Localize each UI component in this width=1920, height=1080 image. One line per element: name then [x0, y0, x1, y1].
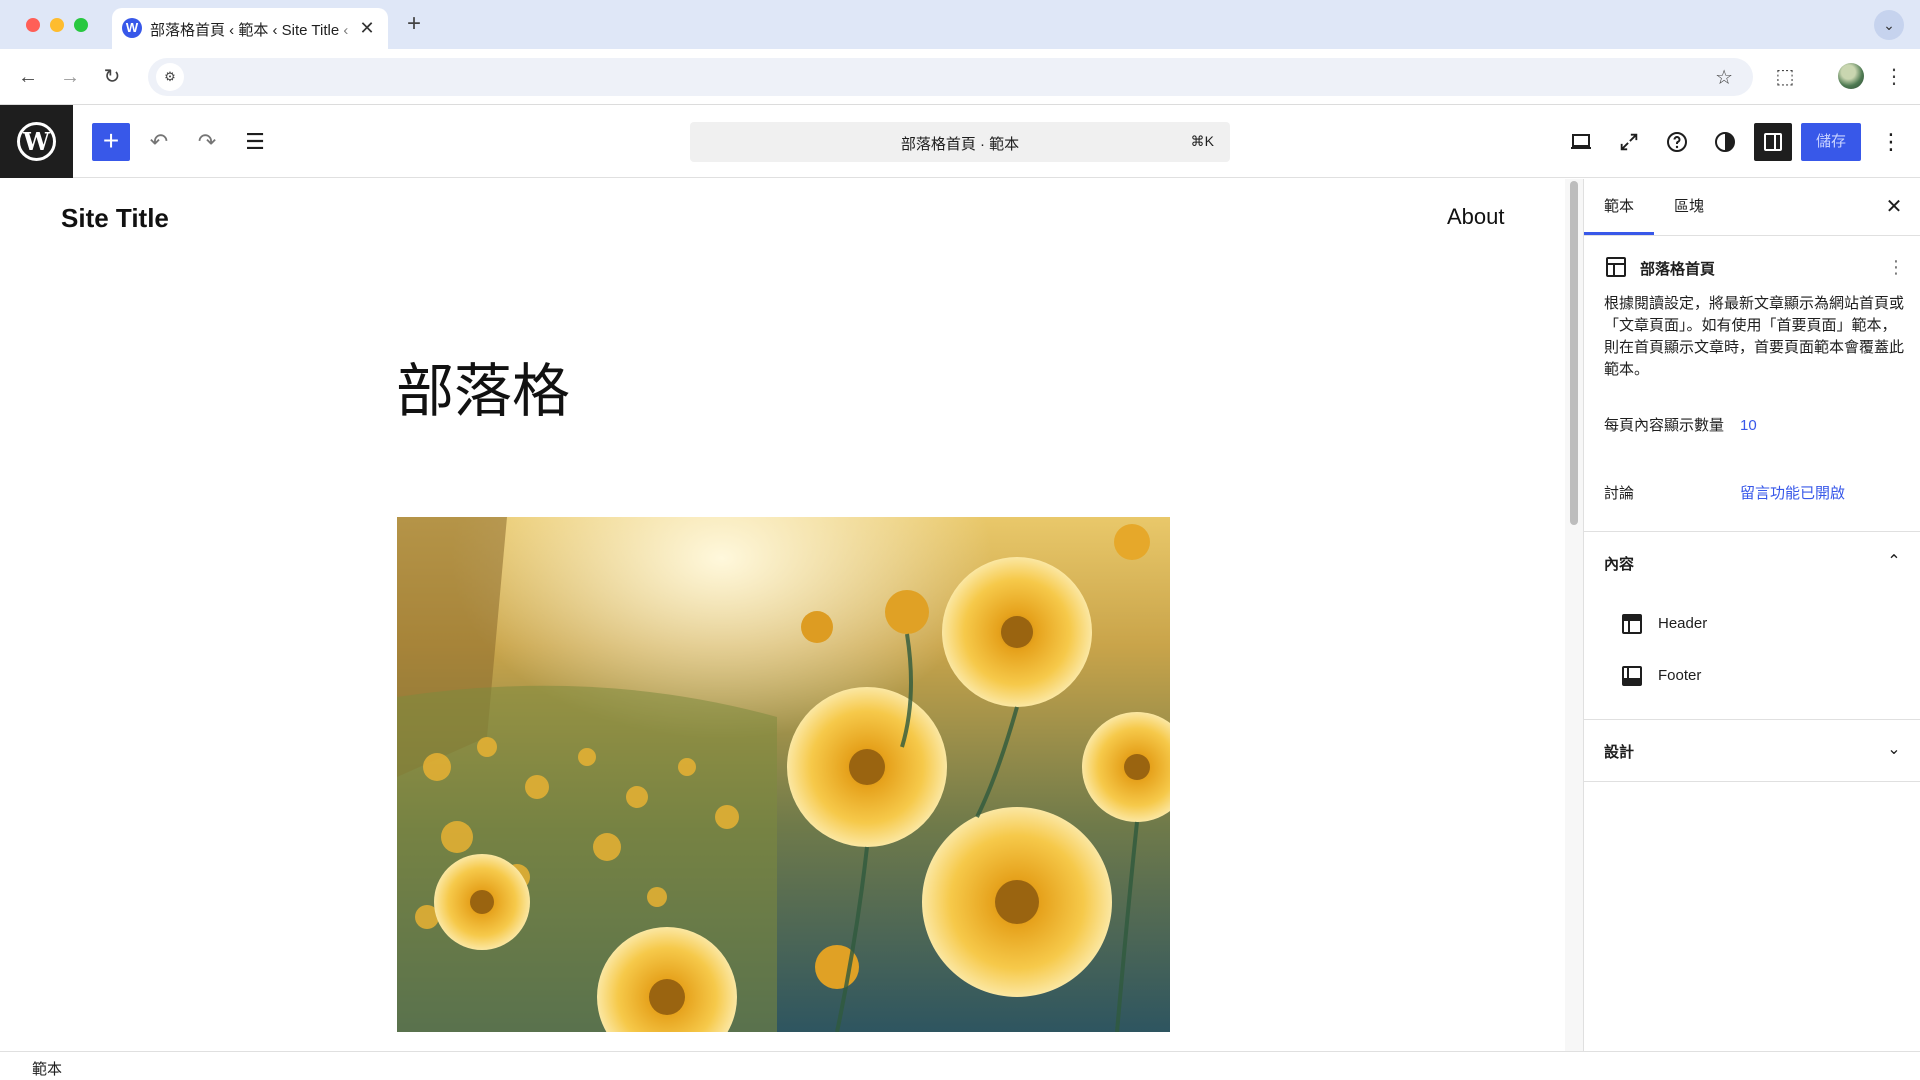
command-shortcut: ⌘K: [1190, 133, 1214, 149]
site-info-icon[interactable]: ⚙: [156, 63, 184, 91]
discussion-value[interactable]: 留言功能已開啟: [1740, 482, 1845, 505]
wordpress-logo-icon: W: [17, 122, 56, 161]
featured-image[interactable]: [397, 517, 1170, 1032]
settings-sidebar-toggle-button[interactable]: [1754, 123, 1792, 161]
help-icon[interactable]: [1658, 123, 1696, 161]
header-part-icon: [1622, 614, 1642, 634]
tab-block[interactable]: 區塊: [1654, 179, 1724, 235]
reload-icon[interactable]: ↻: [96, 61, 128, 93]
divider: [1584, 235, 1920, 236]
editor-header: W + ↶ ↷ ☰ 部落格首頁 · 範本 ⌘K 儲存 ⋮: [0, 105, 1920, 178]
more-options-icon[interactable]: ⋮: [1872, 123, 1910, 161]
bookmark-star-icon[interactable]: ☆: [1715, 65, 1733, 90]
footer-part-icon: [1622, 666, 1642, 686]
canvas-scrollbar[interactable]: [1565, 179, 1583, 1051]
close-icon[interactable]: ✕: [1878, 191, 1910, 223]
list-view-icon[interactable]: ☰: [236, 123, 274, 161]
chevron-up-icon[interactable]: ⌃: [1880, 548, 1908, 576]
profile-avatar[interactable]: [1838, 63, 1864, 89]
undo-icon[interactable]: ↶: [140, 123, 178, 161]
browser-toolbar: ← → ↻ ⚙ ☆ ⬚ ⋮: [0, 49, 1920, 105]
discussion-label: 討論: [1604, 485, 1635, 502]
content-section-title[interactable]: 內容: [1604, 553, 1634, 574]
tab-close-icon[interactable]: ✕: [354, 15, 380, 41]
extensions-icon[interactable]: ⬚: [1769, 61, 1801, 93]
window-minimize-button[interactable]: [50, 18, 64, 32]
divider: [1584, 719, 1920, 720]
tab-search-chevron-icon[interactable]: ⌄: [1874, 10, 1904, 40]
block-breadcrumb-bar: 範本: [0, 1051, 1920, 1080]
browser-tab-strip: W 部落格首頁 ‹ 範本 ‹ Site Title ‹ ✕ + ⌄: [0, 0, 1920, 49]
template-actions-icon[interactable]: ⋮: [1884, 252, 1908, 282]
tab-template[interactable]: 範本: [1584, 179, 1654, 235]
address-bar[interactable]: ⚙ ☆: [148, 58, 1753, 96]
template-description: 根據閱讀設定，將最新文章顯示為網站首頁或「文章頁面」。如有使用「首要頁面」範本，…: [1604, 295, 1905, 378]
sidebar-panel-icon: [1764, 133, 1782, 151]
desktop-icon[interactable]: [1562, 123, 1600, 161]
document-title: 部落格首頁 · 範本: [900, 136, 1020, 153]
redo-icon[interactable]: ↷: [188, 123, 226, 161]
new-tab-button[interactable]: +: [400, 10, 428, 38]
design-section-title[interactable]: 設計: [1604, 741, 1634, 762]
back-arrow-icon[interactable]: ←: [12, 61, 44, 93]
divider: [1584, 781, 1920, 782]
tab-title: 部落格首頁 ‹ 範本 ‹ Site Title ‹: [150, 19, 360, 40]
command-palette-bar[interactable]: 部落格首頁 · 範本 ⌘K: [690, 122, 1230, 162]
editor-canvas[interactable]: Site Title About 部落格: [1, 179, 1564, 1051]
wordpress-favicon-icon: W: [122, 18, 142, 38]
template-part-footer[interactable]: Footer: [1658, 667, 1701, 684]
browser-tab-active[interactable]: W 部落格首頁 ‹ 範本 ‹ Site Title ‹ ✕: [112, 8, 388, 49]
window-close-button[interactable]: [26, 18, 40, 32]
yellow-flowers-painting: [397, 517, 1170, 1032]
posts-per-page-value[interactable]: 10: [1740, 414, 1757, 437]
breadcrumb-item[interactable]: 範本: [32, 1058, 62, 1079]
forward-arrow-icon[interactable]: →: [54, 61, 86, 93]
settings-sidebar: 範本 區塊 ✕ 部落格首頁 ⋮ 根據閱讀設定，將最新文章顯示為網站首頁或「文章頁…: [1583, 179, 1920, 1051]
contrast-icon[interactable]: [1706, 123, 1744, 161]
template-part-header[interactable]: Header: [1658, 615, 1707, 632]
posts-per-page-label: 每頁內容顯示數量: [1604, 417, 1725, 434]
nav-link-about[interactable]: About: [1447, 204, 1505, 230]
canvas-scrollbar-thumb[interactable]: [1570, 181, 1578, 525]
divider: [1584, 531, 1920, 532]
chevron-down-icon[interactable]: ⌄: [1880, 736, 1908, 764]
save-button[interactable]: 儲存: [1801, 123, 1861, 161]
expand-icon[interactable]: [1610, 123, 1648, 161]
layout-template-icon: [1606, 257, 1626, 277]
window-zoom-button[interactable]: [74, 18, 88, 32]
browser-menu-icon[interactable]: ⋮: [1878, 61, 1910, 93]
wordpress-logo-button[interactable]: W: [0, 105, 73, 178]
template-title: 部落格首頁: [1640, 261, 1716, 278]
add-block-button[interactable]: +: [92, 123, 130, 161]
page-heading[interactable]: 部落格: [396, 344, 570, 428]
site-title[interactable]: Site Title: [61, 203, 169, 234]
